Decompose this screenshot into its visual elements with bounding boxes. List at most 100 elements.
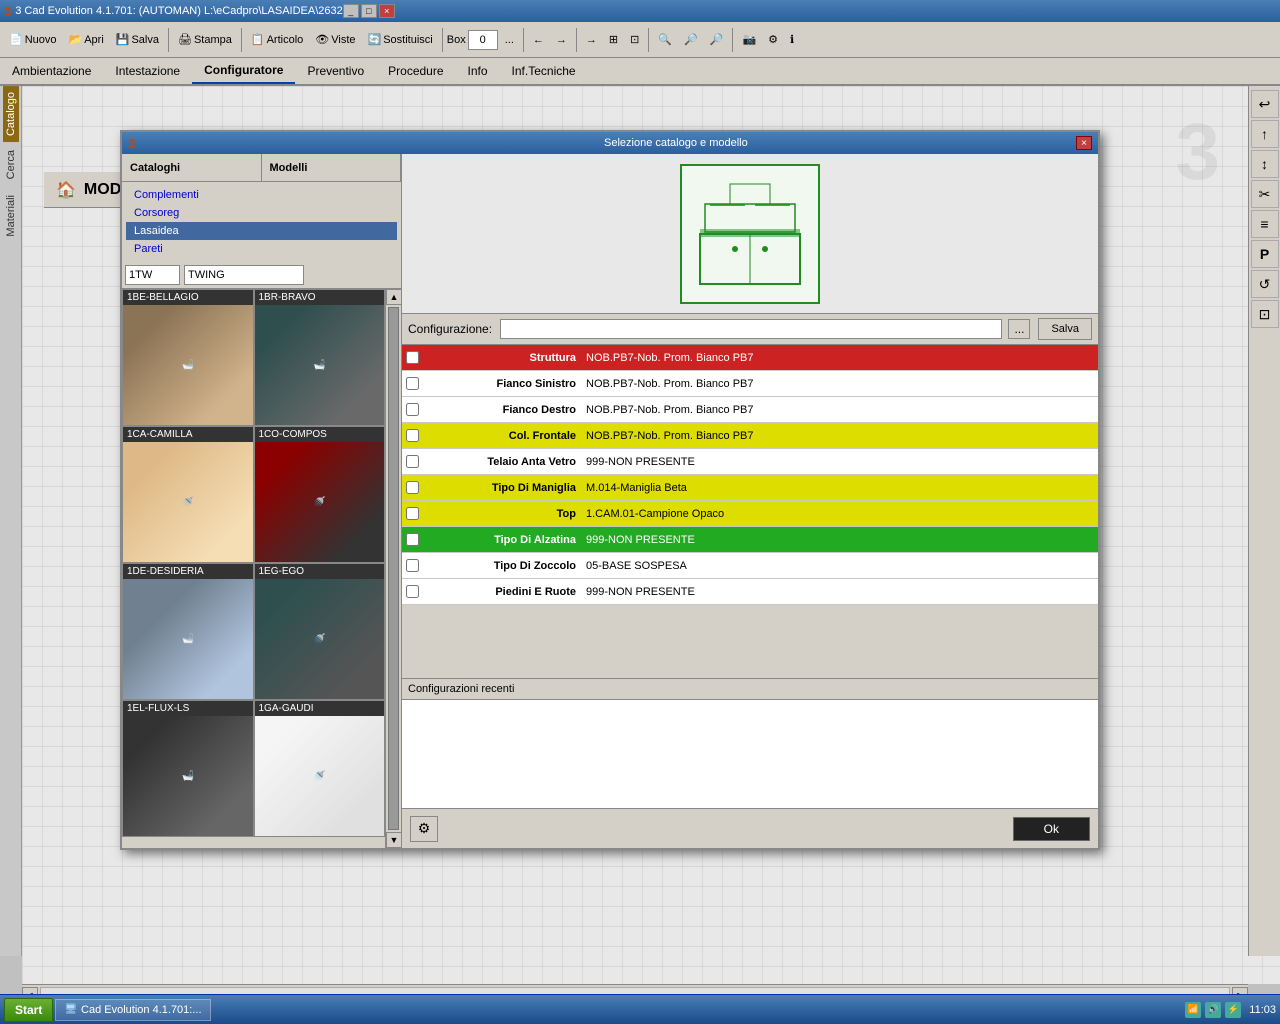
box2-button[interactable]: ⊡ [625,26,644,54]
check-piedini[interactable] [402,585,422,598]
model-item-camilla[interactable]: 1CA-CAMILLA 🚿 [122,426,254,563]
up-button[interactable]: ↑ [1251,120,1279,148]
zoom3-button[interactable]: 🔎 [705,26,729,54]
col-frontale-label: Col. Frontale [422,427,582,445]
taskbar-right: 📶 🔊 ⚡ 11:03 [1185,1002,1276,1018]
minimize-button[interactable]: _ [343,4,359,18]
scroll-up-button[interactable]: ▲ [386,289,401,305]
check-zoccolo[interactable] [402,559,422,572]
forward-button[interactable]: → [551,26,572,54]
menu-intestazione[interactable]: Intestazione [103,58,192,84]
maximize-button[interactable]: □ [361,4,377,18]
dots-button[interactable]: ... [500,26,519,54]
back-button[interactable]: ← [528,26,549,54]
sidebar-cerca[interactable]: Cerca [3,142,19,187]
search-code-input[interactable] [125,265,180,285]
camera-button[interactable]: 📷 [737,26,761,54]
check-struttura[interactable] [402,351,422,364]
right-toolbar: ↩ ↑ ↕ ✂ ≡ P ↺ ⊡ [1248,86,1280,956]
taskbar-item-cad[interactable]: 🖥 Cad Evolution 4.1.701:... [55,999,210,1021]
model-item-ego[interactable]: 1EG-EGO 🚿 [254,563,386,700]
settings-button[interactable]: ⚙ [763,26,783,54]
gear-button[interactable]: ⚙ [410,816,438,842]
model-item-bravo[interactable]: 1BR-BRAVO 🛁 [254,289,386,426]
catalog-item-pareti[interactable]: Pareti [126,240,397,258]
menu-ambientazione[interactable]: Ambientazione [0,58,103,84]
model-image-compos: 🚿 [255,442,385,562]
close-button[interactable]: × [379,4,395,18]
cut-button[interactable]: ✂ [1251,180,1279,208]
taskbar-cad-icon: 🖥 [64,1004,77,1015]
alzatina-value: 999-NON PRESENTE [582,531,1098,549]
model-item-compos[interactable]: 1CO-COMPOS 🚿 [254,426,386,563]
print-button[interactable]: 🖨 Stampa [173,26,237,54]
titlebar: 3 3 Cad Evolution 4.1.701: (AUTOMAN) L:\… [0,0,1280,22]
box-view-button[interactable]: ⊡ [1251,300,1279,328]
grid-button[interactable]: ⊞ [604,26,623,54]
new-button[interactable]: 📄 Nuovo [4,26,62,54]
check-col-frontale[interactable] [402,429,422,442]
model-item-gaudi[interactable]: 1GA-GAUDI 🚿 [254,700,386,837]
p-button[interactable]: P [1251,240,1279,268]
dialog-close-button[interactable]: × [1076,136,1092,150]
ok-button[interactable]: Ok [1013,817,1090,841]
catalog-item-lasaidea[interactable]: Lasaidea [126,222,397,240]
menu-procedure[interactable]: Procedure [376,58,455,84]
config-save-button[interactable]: Salva [1038,318,1092,340]
check-fianco-dest[interactable] [402,403,422,416]
app-logo: 3 [4,4,11,19]
start-button[interactable]: Start [4,998,53,1022]
info-button[interactable]: ℹ [785,26,799,54]
catalog-item-corsoreg[interactable]: Corsoreg [126,204,397,222]
model-image-camilla: 🚿 [123,442,253,562]
views-icon: 👁 [315,33,329,46]
box-input[interactable] [468,30,498,50]
rotate-button[interactable]: ↺ [1251,270,1279,298]
piedini-value: 999-NON PRESENTE [582,583,1098,601]
sidebar-materiali[interactable]: Materiali [3,187,19,245]
save-button[interactable]: 💾 Salva [111,26,164,54]
menu-inf-tecniche[interactable]: Inf.Tecniche [500,58,588,84]
vertical-scrollbar[interactable]: ▲ ▼ [385,289,401,848]
fianco-sin-label: Fianco Sinistro [422,375,582,393]
menu-preventivo[interactable]: Preventivo [295,58,376,84]
menu-configuratore[interactable]: Configuratore [192,58,295,84]
menu-info[interactable]: Info [456,58,500,84]
sidebar-catalogo[interactable]: Catalogo [3,86,19,142]
article-button[interactable]: 📋 Articolo [246,26,308,54]
config-dots-button[interactable]: ... [1008,319,1030,339]
scroll-down-button[interactable]: ▼ [386,832,401,848]
search-name-input[interactable] [184,265,304,285]
zoom-in-button[interactable]: 🔍 [653,26,677,54]
menubar: Ambientazione Intestazione Configuratore… [0,58,1280,86]
zoom-out-button[interactable]: 🔎 [679,26,703,54]
check-fianco-sin[interactable] [402,377,422,390]
views-button[interactable]: 👁 Viste [310,26,360,54]
open-button[interactable]: 📂 Apri [64,26,109,54]
check-top[interactable] [402,507,422,520]
model-item-desideria[interactable]: 1DE-DESIDERIA 🛁 [122,563,254,700]
list-button[interactable]: ≡ [1251,210,1279,238]
model-grid-scroll: 1BE-BELLAGIO 🛁 1BR-BRAVO 🛁 1CA-CAMILLA 🚿 [122,289,401,848]
config-top-bar: Configurazione: ... Salva [402,314,1098,345]
zoccolo-label: Tipo Di Zoccolo [422,557,582,575]
catalog-item-complementi[interactable]: Complementi [126,186,397,204]
scroll-thumb[interactable] [388,307,399,830]
brand-watermark: 3 [1176,106,1221,198]
check-alzatina[interactable] [402,533,422,546]
check-maniglia[interactable] [402,481,422,494]
model-item-flux[interactable]: 1EL-FLUX-LS 🛁 [122,700,254,837]
models-column-header: Modelli [262,154,402,181]
apply-button[interactable]: → [581,26,602,54]
dialog-bottom-bar: ⚙ Ok [402,808,1098,848]
config-name-input[interactable] [500,319,1002,339]
undo-button[interactable]: ↩ [1251,90,1279,118]
model-item-bellagio[interactable]: 1BE-BELLAGIO 🛁 [122,289,254,426]
replace-button[interactable]: 🔄 Sostituisci [363,26,438,54]
config-table: Struttura NOB.PB7-Nob. Prom. Bianco PB7 … [402,345,1098,678]
recent-content [402,700,1098,808]
flip-button[interactable]: ↕ [1251,150,1279,178]
taskbar: Start 🖥 Cad Evolution 4.1.701:... 📶 🔊 ⚡ … [0,994,1280,1024]
check-telaio[interactable] [402,455,422,468]
telaio-value: 999-NON PRESENTE [582,453,1098,471]
